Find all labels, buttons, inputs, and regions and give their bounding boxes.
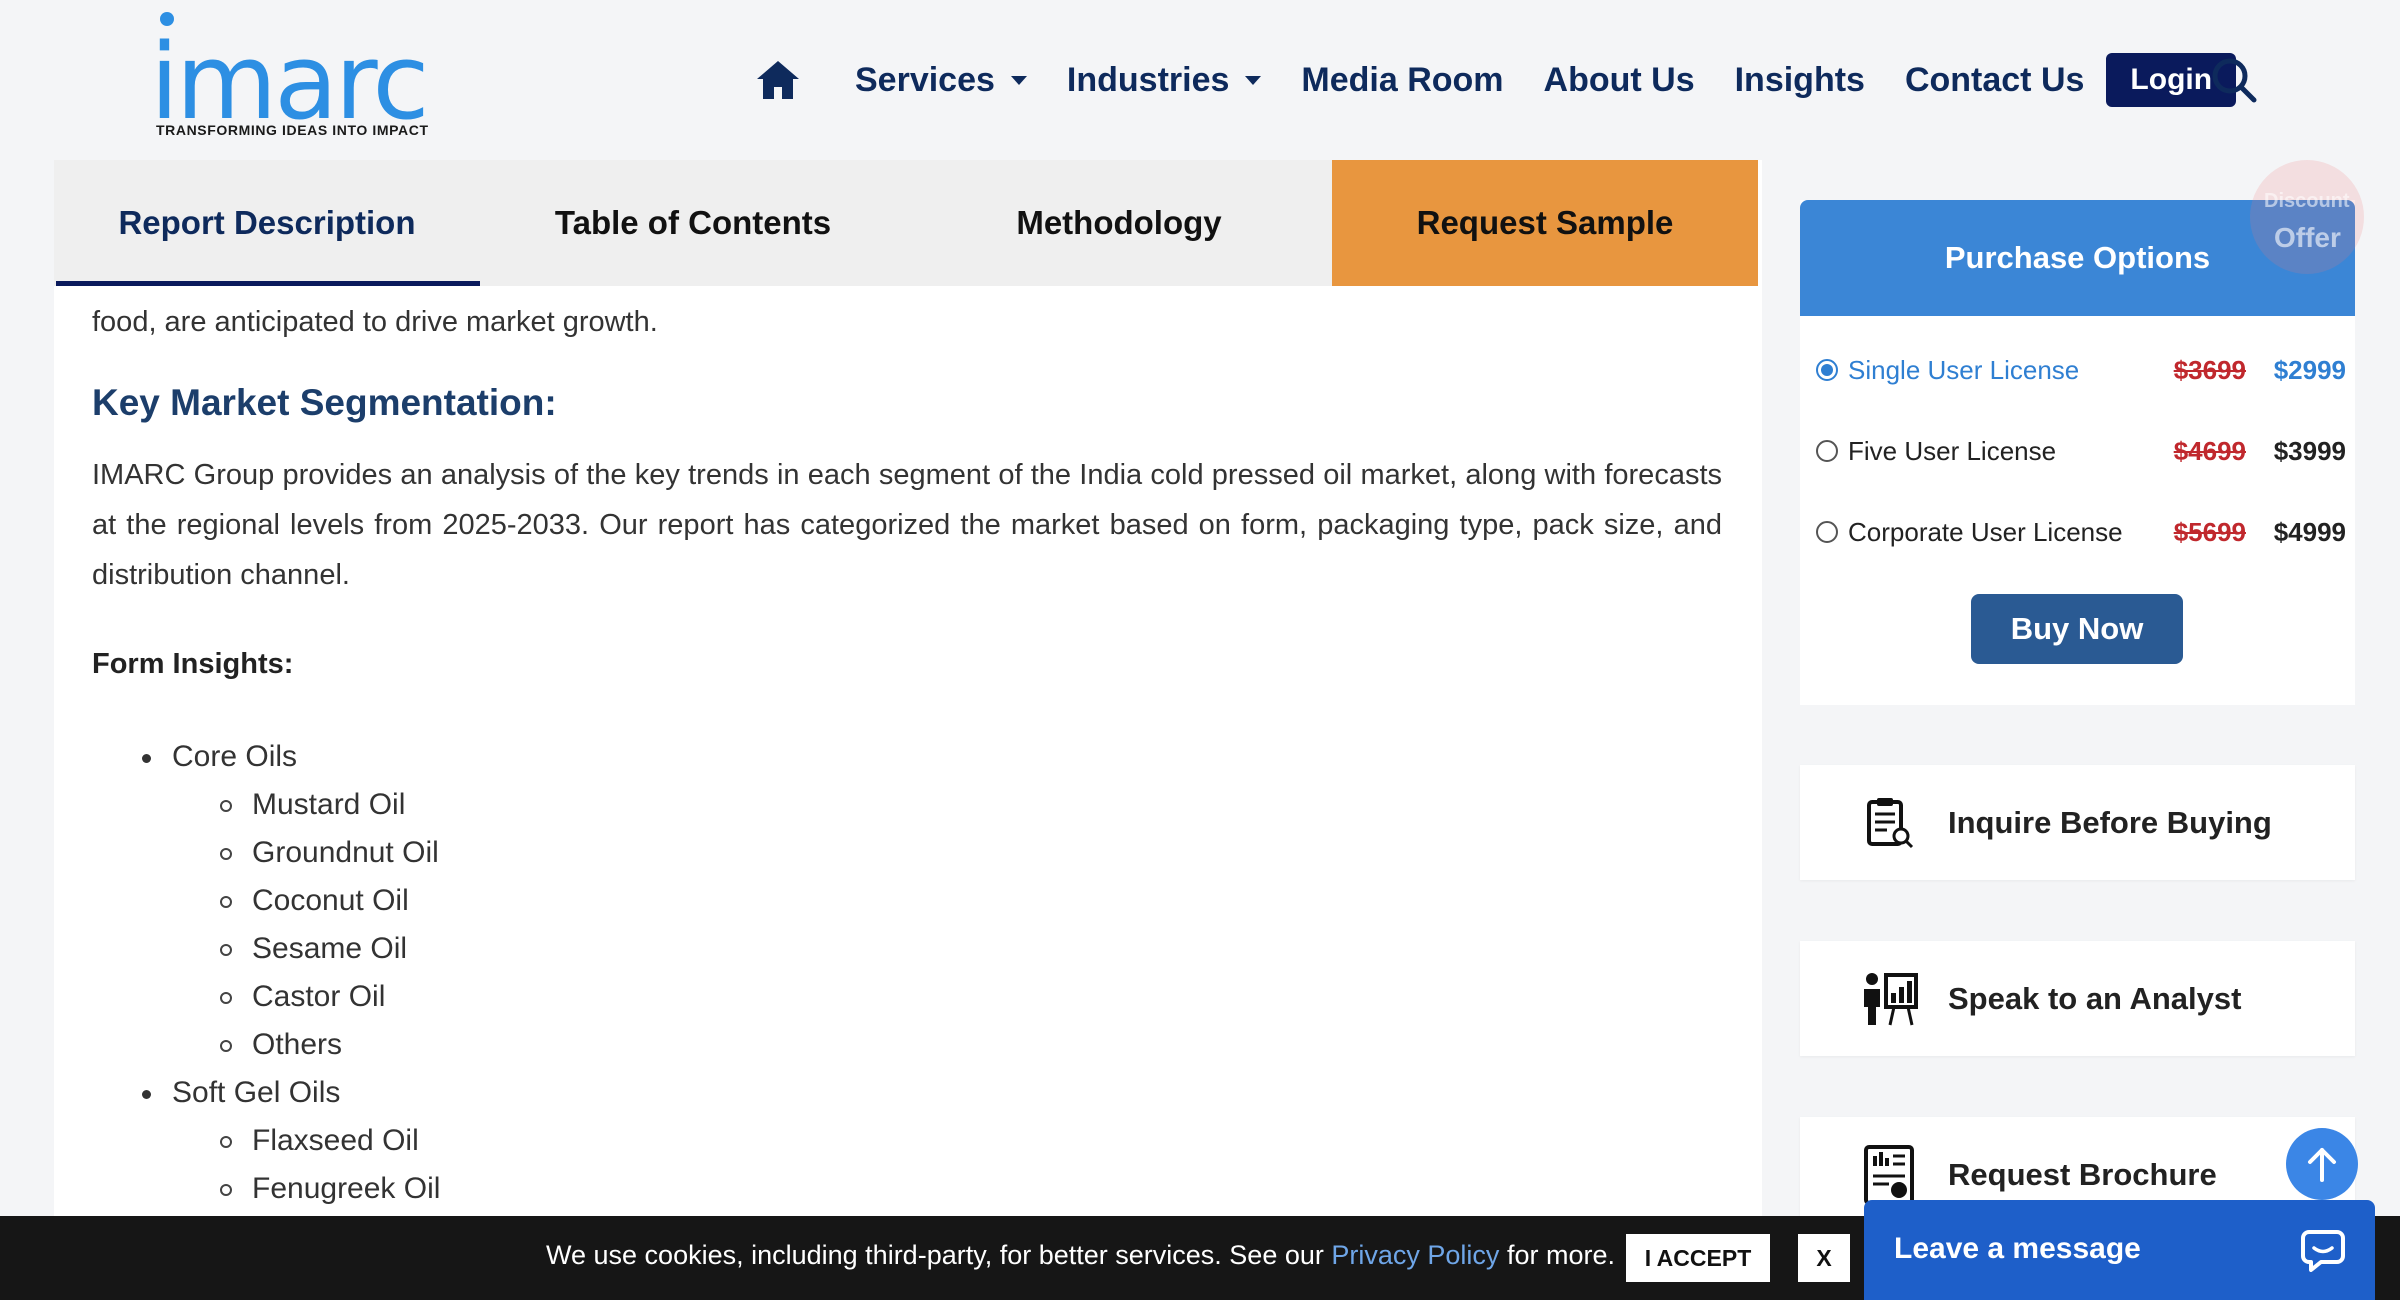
chevron-down-icon [1245, 75, 1262, 85]
tab-methodology[interactable]: Methodology [906, 160, 1332, 286]
nav-industries-label: Industries [1066, 60, 1230, 99]
list-subitem: Others [92, 1021, 440, 1069]
cookie-text-start: We use cookies, including third-party, f… [546, 1240, 1324, 1270]
license-label: Corporate User License [1848, 516, 2123, 547]
speak-to-analyst-label: Speak to an Analyst [1948, 980, 2242, 1016]
radio-button[interactable] [1816, 440, 1838, 462]
nav-services[interactable]: Services [855, 61, 1027, 100]
license-option-corporate[interactable]: Corporate User License $5699 $4999 [1816, 512, 2346, 552]
new-price: $2999 [2273, 354, 2346, 385]
new-price: $3999 [2273, 435, 2346, 466]
old-price: $5699 [2173, 516, 2246, 547]
tab-table-of-contents[interactable]: Table of Contents [480, 160, 906, 286]
brochure-icon [1860, 1144, 1920, 1205]
nav-contact-us[interactable]: Contact Us [1905, 61, 2084, 100]
list-item: Soft Gel Oils [92, 1069, 440, 1117]
clipboard-search-icon [1860, 793, 1920, 853]
tab-report-description[interactable]: Report Description [54, 160, 480, 286]
cookie-accept-button[interactable]: I ACCEPT [1626, 1234, 1770, 1282]
arrow-up-icon [2308, 1148, 2336, 1182]
discount-offer-badge[interactable] [2250, 160, 2364, 274]
new-price: $4999 [2273, 516, 2346, 547]
license-label: Five User License [1848, 435, 2057, 466]
chat-label: Leave a message [1894, 1232, 2141, 1265]
chevron-down-icon [1010, 75, 1027, 85]
nav-services-label: Services [855, 60, 995, 99]
imarc-logo[interactable]: imarc TRANSFORMING IDEAS INTO IMPACT [150, 8, 450, 138]
inquire-before-buying-label: Inquire Before Buying [1948, 804, 2272, 840]
logo-tagline: TRANSFORMING IDEAS INTO IMPACT [156, 122, 429, 138]
list-subitem: Sesame Oil [92, 925, 440, 973]
license-option-five[interactable]: Five User License $4699 $3999 [1816, 431, 2346, 471]
license-label: Single User License [1848, 354, 2080, 385]
speak-to-analyst-card[interactable]: Speak to an Analyst [1800, 941, 2355, 1056]
list-subitem: Flaxseed Oil [92, 1117, 440, 1165]
privacy-policy-link[interactable]: Privacy Policy [1331, 1240, 1499, 1270]
main-nav: Services Industries Media Room About Us … [755, 52, 2237, 108]
purchase-options-card: Purchase Options Single User License $36… [1800, 200, 2355, 705]
buy-now-button[interactable]: Buy Now [1971, 594, 2183, 664]
list-subitem: Mustard Oil [92, 781, 440, 829]
chat-bubble-icon [2301, 1228, 2345, 1277]
cookie-close-button[interactable]: X [1798, 1234, 1850, 1282]
offer-label: Offer [2274, 222, 2341, 253]
logo-wordmark: imarc [150, 21, 430, 143]
report-content: Report Description Table of Contents Met… [54, 160, 1762, 1300]
old-price: $4699 [2173, 435, 2246, 466]
license-option-single[interactable]: Single User License $3699 $2999 [1816, 350, 2346, 390]
radio-button[interactable] [1816, 521, 1838, 543]
list-subitem: Castor Oil [92, 973, 440, 1021]
report-tabs: Report Description Table of Contents Met… [54, 160, 1758, 286]
tab-request-sample[interactable]: Request Sample [1332, 160, 1758, 286]
chat-widget[interactable]: Leave a message [1864, 1200, 2375, 1300]
discount-label: Discount [2264, 190, 2350, 212]
home-icon[interactable] [755, 52, 815, 108]
cookie-text-end: for more. [1506, 1240, 1615, 1270]
list-subitem: Groundnut Oil [92, 829, 440, 877]
site-header: imarc TRANSFORMING IDEAS INTO IMPACT Ser… [0, 0, 2400, 160]
paragraph-fragment: food, are anticipated to drive market gr… [92, 306, 658, 338]
list-subitem: Coconut Oil [92, 877, 440, 925]
nav-industries[interactable]: Industries [1066, 60, 1262, 100]
request-brochure-label: Request Brochure [1948, 1156, 2217, 1192]
inquire-before-buying-card[interactable]: Inquire Before Buying [1800, 765, 2355, 880]
search-icon[interactable] [2210, 56, 2258, 109]
list-subitem: Fenugreek Oil [92, 1165, 440, 1213]
nav-media-room[interactable]: Media Room [1301, 61, 1503, 100]
scroll-to-top-button[interactable] [2286, 1128, 2358, 1200]
nav-insights[interactable]: Insights [1735, 61, 1865, 100]
list-item: Core Oils [92, 733, 440, 781]
old-price: $3699 [2173, 354, 2246, 385]
form-list: Core Oils Mustard Oil Groundnut Oil Coco… [92, 733, 440, 1213]
analyst-presentation-icon [1860, 969, 1920, 1029]
cookie-message: We use cookies, including third-party, f… [546, 1240, 1615, 1271]
form-insights-heading: Form Insights: [92, 648, 294, 680]
segmentation-heading: Key Market Segmentation: [92, 382, 557, 423]
radio-button[interactable] [1816, 359, 1838, 381]
segmentation-paragraph: IMARC Group provides an analysis of the … [92, 459, 1722, 591]
nav-about-us[interactable]: About Us [1544, 61, 1695, 100]
